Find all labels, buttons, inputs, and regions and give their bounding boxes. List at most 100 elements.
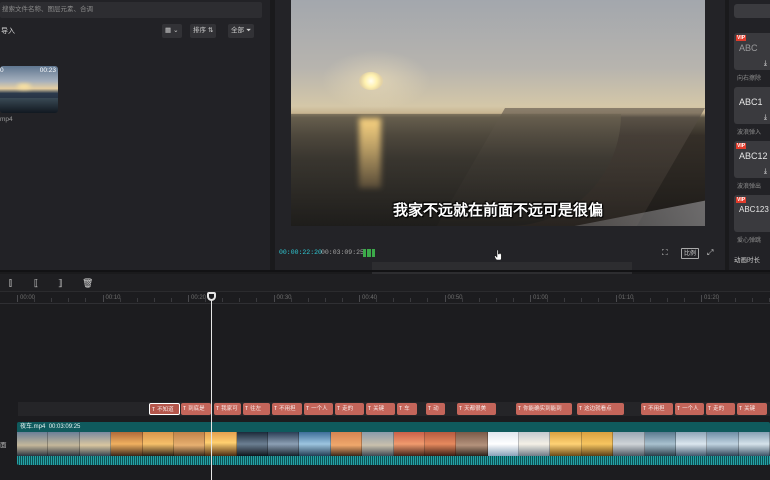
video-frame	[393, 432, 425, 456]
animation-preview-text: ABC	[739, 43, 758, 53]
player-panel: 我家不远就在前面不远可是很偏 00:00:22:20 00:03:09:25 ⛶…	[275, 0, 725, 270]
ruler-tick-label: 00:40	[358, 295, 378, 302]
subtitle-clip[interactable]: T 走的	[706, 403, 735, 415]
main-track-label: 面	[0, 442, 7, 449]
preview-subtitle[interactable]: 我家不远就在前面不远可是很偏	[291, 199, 705, 220]
ruler-tick-label: 00:50	[444, 295, 463, 302]
text-icon: T	[579, 406, 583, 412]
subtitle-clip[interactable]: T 不知道	[149, 403, 180, 415]
animation-card[interactable]: VIP ABC12 ⤓	[734, 141, 770, 178]
video-frame	[330, 432, 363, 456]
ruler-tick-label: 01:10	[615, 295, 634, 302]
video-frame	[613, 432, 645, 456]
subtitle-clip[interactable]: T动	[426, 403, 445, 415]
split-icon[interactable]: ⫿	[9, 277, 12, 289]
chevron-down-icon: ⌄	[173, 27, 179, 34]
video-clip-label: 夜车.mp4 00:03:09:25	[20, 422, 80, 432]
subtitle-clip[interactable]: T 你能确实到能到	[516, 403, 572, 415]
trim-left-icon[interactable]: ⟦	[34, 277, 38, 289]
panel-divider[interactable]	[0, 270, 770, 272]
total-timecode: 00:03:09:25	[321, 249, 364, 256]
text-icon: T	[739, 406, 743, 412]
video-clip-duration: 00:03:09:25	[48, 424, 81, 430]
media-thumbnail[interactable]: 0 00:23	[0, 66, 58, 113]
video-frame	[268, 432, 300, 456]
subtitle-clip-label: 车	[404, 406, 410, 412]
subtitle-clip[interactable]: T 不用担	[272, 403, 302, 415]
animation-preview-text: ABC12	[739, 151, 768, 161]
filter-label: 全部	[231, 27, 244, 34]
subtitle-clip-label: 这边就看点	[584, 406, 612, 412]
media-search-input[interactable]: 搜索文件名称、图层元素、合调	[0, 2, 262, 18]
subtitle-clip[interactable]: T 天都很美	[457, 403, 496, 415]
text-icon: T	[428, 406, 432, 412]
subtitle-clip-label: 关键	[744, 406, 756, 412]
video-frame	[456, 432, 488, 456]
filter-icon: ⏷	[246, 27, 252, 34]
text-icon: T	[459, 406, 463, 412]
timeline-toolbar: ⫿ ⟦ ⟧ 🗑	[0, 274, 770, 292]
video-frame	[48, 432, 80, 456]
timeline[interactable]: 00:00 00:10 00:20 00:30 00:40 00:50 01:00 01:10…	[0, 292, 770, 480]
animation-card[interactable]: VIP ABC123	[734, 195, 770, 232]
expand-icon[interactable]: ⤢	[707, 247, 713, 259]
video-frame	[142, 432, 174, 456]
vip-badge: VIP	[736, 35, 747, 41]
filter-button[interactable]: 全部 ⏷	[228, 24, 255, 38]
subtitle-clip-label: 不用担	[279, 406, 296, 412]
ruler-tick-label: 00:30	[273, 295, 292, 302]
video-frame	[79, 432, 112, 456]
subtitle-track[interactable]: T 不知道 T 到底是 T 我家可 T 往左 T 不用担 T 一个人 T 走的 T 关键 T 车 T 动 T 天都很美 T 你…	[18, 402, 770, 416]
sort-icon: ⇅	[208, 27, 214, 34]
subtitle-clip[interactable]: T 走的	[335, 403, 364, 415]
text-icon: T	[245, 406, 249, 412]
video-frame	[550, 432, 582, 456]
video-clip-name: 夜车.mp4	[20, 424, 46, 430]
subtitle-clip-label: 一个人	[311, 406, 328, 412]
animation-card[interactable]: ABC1 ⤓	[734, 87, 770, 124]
download-icon[interactable]: ⤓	[764, 114, 767, 122]
subtitle-clip[interactable]: T 到底是	[181, 403, 211, 415]
trim-right-icon[interactable]: ⟧	[58, 277, 62, 289]
fullscreen-crop-icon[interactable]: ⛶	[662, 247, 668, 259]
grid-view-icon: ▦	[165, 27, 172, 34]
subtitle-clip[interactable]: T 一个人	[675, 403, 704, 415]
download-icon[interactable]: ⤓	[764, 60, 767, 68]
ruler-tick-label: 00:10	[102, 295, 121, 302]
panel-tab[interactable]	[734, 4, 770, 18]
video-frame	[362, 432, 394, 456]
text-icon: T	[708, 406, 712, 412]
subtitle-clip[interactable]: T 关键	[366, 403, 395, 415]
subtitle-clip[interactable]: T 这边就看点	[577, 403, 624, 415]
view-mode-button[interactable]: ▦ ⌄	[162, 24, 182, 38]
subtitle-clip[interactable]: T 我家可	[214, 403, 241, 415]
text-icon: T	[518, 406, 522, 412]
import-button[interactable]: 导入	[1, 25, 15, 38]
download-icon[interactable]: ⤓	[764, 168, 767, 176]
subtitle-clip[interactable]: T 不用担	[641, 403, 673, 415]
video-preview[interactable]: 我家不远就在前面不远可是很偏	[291, 0, 705, 226]
playhead-handle[interactable]	[207, 292, 216, 301]
time-ruler[interactable]: 00:00 00:10 00:20 00:30 00:40 00:50 01:00 01:10…	[0, 292, 770, 304]
text-icon: T	[216, 406, 220, 412]
ratio-button[interactable]: 比例	[681, 248, 700, 259]
subtitle-clip[interactable]: T 关键	[737, 403, 767, 415]
animation-preview-text: ABC123	[739, 205, 769, 214]
ruler-tick-label: 01:00	[529, 295, 549, 302]
animation-card[interactable]: VIP ABC ⤓	[734, 33, 770, 70]
subtitle-clip[interactable]: T 一个人	[304, 403, 333, 415]
sort-button[interactable]: 排序 ⇅	[190, 24, 217, 38]
delete-icon[interactable]: 🗑	[82, 277, 93, 289]
video-clip[interactable]: 夜车.mp4 00:03:09:25	[17, 422, 770, 465]
subtitle-clip[interactable]: T车	[397, 403, 417, 415]
vip-badge: VIP	[736, 197, 747, 203]
subtitle-clip[interactable]: T 往左	[243, 403, 270, 415]
ruler-tick-label: 01:20	[700, 295, 720, 302]
subtitle-clip-label: 往左	[250, 406, 262, 412]
video-frame	[581, 432, 614, 456]
text-icon: T	[306, 406, 310, 412]
sort-label: 排序	[193, 27, 206, 34]
playhead[interactable]	[211, 296, 212, 480]
hand-cursor-icon	[494, 250, 502, 260]
text-icon: T	[399, 406, 403, 412]
